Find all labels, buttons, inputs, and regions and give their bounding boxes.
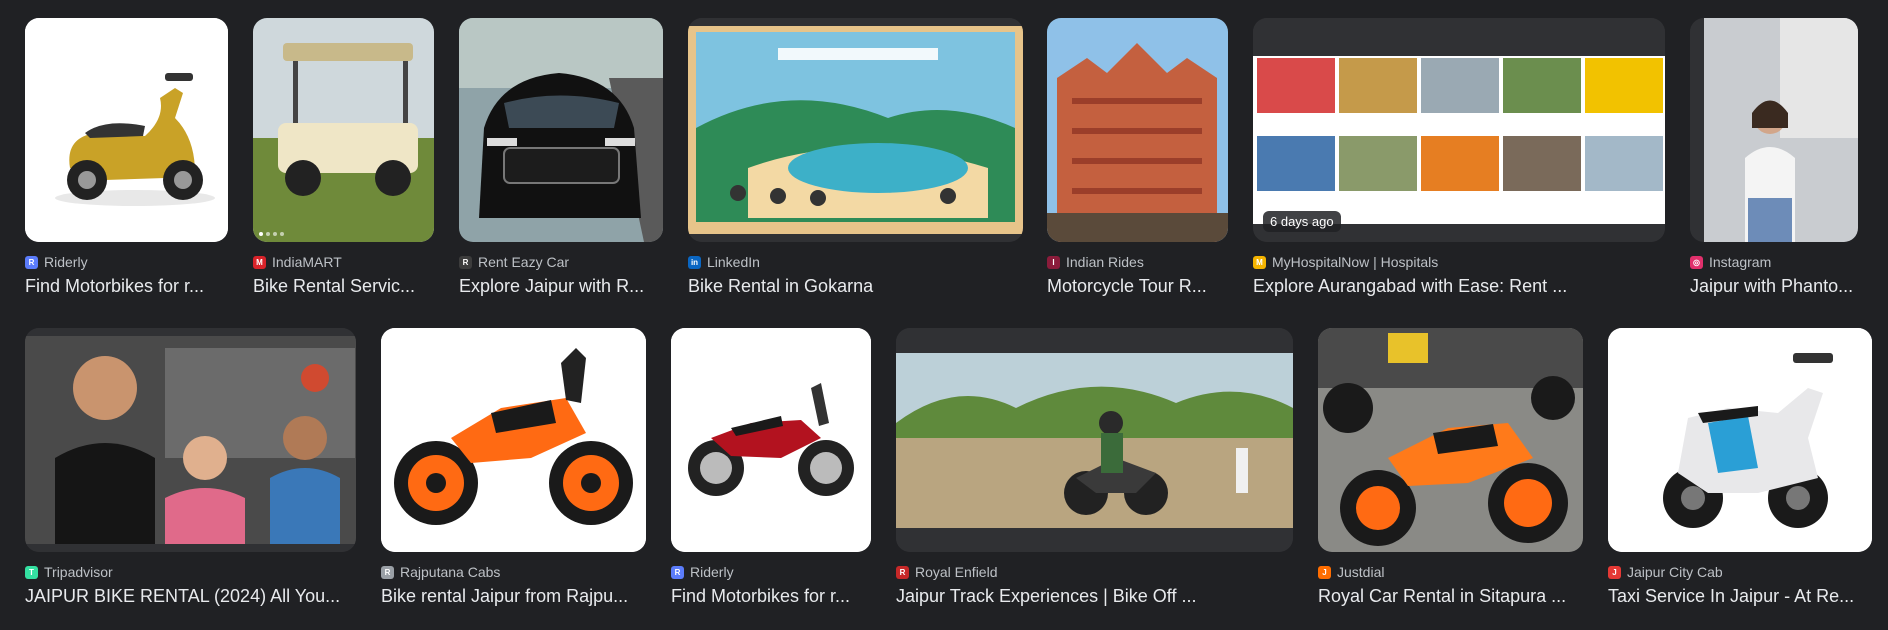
result-title[interactable]: Explore Aurangabad with Ease: Rent ...	[1253, 275, 1665, 297]
myhospitalnow-icon: M	[1253, 255, 1266, 269]
date-badge: 6 days ago	[1263, 211, 1341, 232]
riderly-icon: R	[671, 565, 684, 579]
parked-motorcycles-image	[1318, 328, 1583, 552]
result-source[interactable]: M MyHospitalNow | Hospitals	[1253, 253, 1665, 271]
source-name: Justdial	[1337, 564, 1385, 580]
result-title[interactable]: Bike rental Jaipur from Rajpu...	[381, 585, 646, 607]
hawa-mahal-image	[1047, 18, 1228, 242]
result-thumbnail[interactable]	[253, 18, 434, 242]
result-source[interactable]: in LinkedIn	[688, 253, 1023, 271]
result-thumbnail[interactable]	[671, 328, 871, 552]
result-title[interactable]: Motorcycle Tour R...	[1047, 275, 1228, 297]
result-title[interactable]: Bike Rental in Gokarna	[688, 275, 1023, 297]
result-title[interactable]: Explore Jaipur with R...	[459, 275, 663, 297]
result-thumbnail[interactable]	[1318, 328, 1583, 552]
linkedin-icon: in	[688, 255, 701, 269]
source-name: LinkedIn	[707, 254, 760, 270]
jaipurcitycab-icon: J	[1608, 565, 1621, 579]
source-name: Jaipur City Cab	[1627, 564, 1723, 580]
image-result-card[interactable]: M IndiaMART Bike Rental Servic...	[253, 18, 434, 297]
source-name: Tripadvisor	[44, 564, 113, 580]
result-source[interactable]: R Rent Eazy Car	[459, 253, 663, 271]
tripadvisor-icon: T	[25, 565, 38, 579]
result-source[interactable]: R Rajputana Cabs	[381, 563, 646, 581]
source-name: MyHospitalNow | Hospitals	[1272, 254, 1439, 270]
result-thumbnail[interactable]	[1047, 18, 1228, 242]
justdial-icon: J	[1318, 565, 1331, 579]
instagram-photo-image	[1690, 18, 1858, 242]
result-thumbnail[interactable]	[381, 328, 646, 552]
aurangabad-collage-image	[1253, 18, 1665, 242]
image-result-card[interactable]: in LinkedIn Bike Rental in Gokarna	[688, 18, 1023, 297]
result-title[interactable]: Taxi Service In Jaipur - At Re...	[1608, 585, 1872, 607]
image-result-card[interactable]: R Rent Eazy Car Explore Jaipur with R...	[459, 18, 663, 297]
result-thumbnail[interactable]	[25, 328, 356, 552]
riderly-icon: R	[25, 255, 38, 269]
royalenfield-icon: R	[896, 565, 909, 579]
image-result-card[interactable]: R Royal Enfield Jaipur Track Experiences…	[896, 328, 1293, 607]
result-title[interactable]: Bike Rental Servic...	[253, 275, 434, 297]
gokarna-poster-image	[688, 18, 1023, 242]
image-result-card[interactable]: J Justdial Royal Car Rental in Sitapura …	[1318, 328, 1583, 607]
result-title[interactable]: Find Motorbikes for r...	[25, 275, 228, 297]
result-thumbnail[interactable]	[25, 18, 228, 242]
indianrides-icon: I	[1047, 255, 1060, 269]
result-source[interactable]: T Tripadvisor	[25, 563, 356, 581]
result-thumbnail[interactable]	[896, 328, 1293, 552]
result-source[interactable]: J Justdial	[1318, 563, 1583, 581]
image-result-card[interactable]: J Jaipur City Cab Taxi Service In Jaipur…	[1608, 328, 1872, 607]
image-result-card[interactable]: R Riderly Find Motorbikes for r...	[25, 18, 228, 297]
result-title[interactable]: Jaipur Track Experiences | Bike Off ...	[896, 585, 1293, 607]
result-source[interactable]: R Royal Enfield	[896, 563, 1293, 581]
image-result-card[interactable]: T Tripadvisor JAIPUR BIKE RENTAL (2024) …	[25, 328, 356, 607]
source-name: Riderly	[44, 254, 88, 270]
image-result-card[interactable]: R Riderly Find Motorbikes for r...	[671, 328, 871, 607]
ktm-motorcycle-image	[381, 328, 646, 552]
result-title[interactable]: JAIPUR BIKE RENTAL (2024) All You...	[25, 585, 356, 607]
source-name: Rent Eazy Car	[478, 254, 570, 270]
source-name: IndiaMART	[272, 254, 342, 270]
result-source[interactable]: R Riderly	[25, 253, 228, 271]
result-source[interactable]: R Riderly	[671, 563, 871, 581]
source-name: Riderly	[690, 564, 734, 580]
result-source[interactable]: ◎ Instagram	[1690, 253, 1858, 271]
scooter-image	[1608, 328, 1872, 552]
scooter-image	[25, 18, 228, 242]
image-result-card[interactable]: I Indian Rides Motorcycle Tour R...	[1047, 18, 1228, 297]
source-name: Indian Rides	[1066, 254, 1144, 270]
result-thumbnail[interactable]	[1608, 328, 1872, 552]
image-result-card[interactable]: ◎ Instagram Jaipur with Phanto...	[1690, 18, 1858, 297]
red-motorcycle-image	[671, 328, 871, 552]
result-source[interactable]: M IndiaMART	[253, 253, 434, 271]
car-image	[459, 18, 663, 242]
source-name: Rajputana Cabs	[400, 564, 501, 580]
instagram-icon: ◎	[1690, 255, 1703, 269]
renteazy-icon: R	[459, 255, 472, 269]
offroad-track-image	[896, 328, 1293, 552]
result-thumbnail[interactable]: 6 days ago	[1253, 18, 1665, 242]
source-name: Royal Enfield	[915, 564, 998, 580]
result-thumbnail[interactable]	[459, 18, 663, 242]
golf-cart-image	[253, 18, 434, 242]
source-name: Instagram	[1709, 254, 1772, 270]
image-result-card[interactable]: 6 days ago M MyHospitalNow | Hospitals E…	[1253, 18, 1665, 297]
result-source[interactable]: I Indian Rides	[1047, 253, 1228, 271]
result-thumbnail[interactable]	[688, 18, 1023, 242]
rajputanacabs-icon: R	[381, 565, 394, 579]
result-thumbnail[interactable]	[1690, 18, 1858, 242]
result-source[interactable]: J Jaipur City Cab	[1608, 563, 1872, 581]
tripadvisor-photo-image	[25, 328, 356, 552]
image-result-card[interactable]: R Rajputana Cabs Bike rental Jaipur from…	[381, 328, 646, 607]
carousel-dots	[259, 232, 284, 236]
result-title[interactable]: Jaipur with Phanto...	[1690, 275, 1858, 297]
result-title[interactable]: Royal Car Rental in Sitapura ...	[1318, 585, 1583, 607]
result-title[interactable]: Find Motorbikes for r...	[671, 585, 871, 607]
indiamart-icon: M	[253, 255, 266, 269]
